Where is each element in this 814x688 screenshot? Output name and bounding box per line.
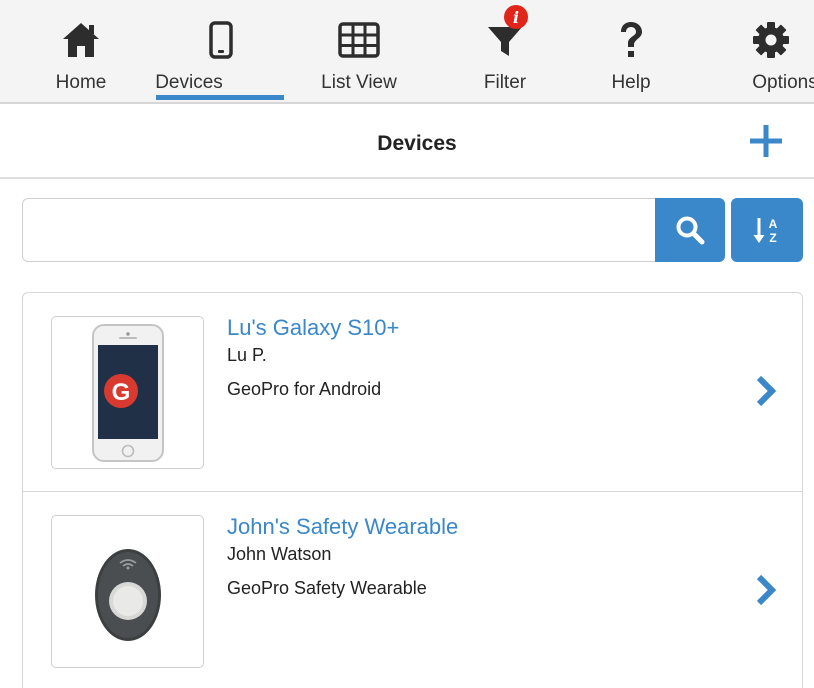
- search-icon: [676, 216, 705, 245]
- nav-item-list-view[interactable]: List View: [294, 0, 424, 102]
- geopro-logo-letter: G: [111, 379, 130, 406]
- gear-icon: [706, 20, 814, 60]
- page-title: Devices: [377, 132, 457, 155]
- device-name[interactable]: Lu's Galaxy S10+: [227, 315, 399, 341]
- search-input[interactable]: [22, 198, 656, 262]
- device-type: GeoPro for Android: [227, 379, 382, 399]
- filter-badge: i: [504, 5, 528, 29]
- list-item[interactable]: G Lu's Galaxy S10+ Lu P. GeoPro for Andr…: [23, 293, 802, 493]
- nav-item-filter[interactable]: i Filter: [440, 0, 570, 102]
- sort-button[interactable]: A Z: [731, 198, 803, 262]
- wearable-thumbnail: [51, 515, 204, 668]
- sort-az-icon: A Z: [753, 217, 778, 245]
- plus-icon: [750, 125, 782, 157]
- device-owner: John Watson: [227, 544, 332, 564]
- phone-icon: [156, 20, 286, 60]
- nav-label-filter: Filter: [483, 72, 527, 93]
- device-list: G Lu's Galaxy S10+ Lu P. GeoPro for Andr…: [22, 292, 803, 688]
- nav-item-devices[interactable]: Devices: [155, 0, 286, 102]
- page-header: Devices: [0, 104, 814, 179]
- home-icon: [16, 20, 146, 60]
- nav-item-options[interactable]: Options: [706, 0, 814, 102]
- list-item[interactable]: John's Safety Wearable John Watson GeoPr…: [23, 491, 802, 688]
- sort-letter-bottom: Z: [769, 231, 776, 245]
- sort-letter-top: A: [769, 217, 778, 231]
- nav-label-devices: Devices: [155, 72, 223, 93]
- nav-label-help: Help: [611, 72, 651, 93]
- device-owner: Lu P.: [227, 345, 267, 365]
- nav-item-help[interactable]: Help: [566, 0, 696, 102]
- nav-label-list-view: List View: [321, 72, 397, 93]
- question-icon: [566, 20, 696, 60]
- grid-icon: [294, 20, 424, 60]
- phone-thumbnail: G: [51, 316, 204, 469]
- filter-icon: [440, 20, 570, 60]
- top-nav: Home Devices List View i Filter Help Opt…: [0, 0, 814, 104]
- search-button[interactable]: [655, 198, 725, 262]
- device-name[interactable]: John's Safety Wearable: [227, 514, 458, 540]
- nav-label-options: Options: [752, 72, 814, 93]
- chevron-right-icon: [756, 375, 777, 407]
- chevron-right-icon: [756, 574, 777, 606]
- add-device-button[interactable]: [746, 121, 786, 161]
- device-type: GeoPro Safety Wearable: [227, 578, 427, 598]
- active-tab-indicator: [156, 95, 284, 100]
